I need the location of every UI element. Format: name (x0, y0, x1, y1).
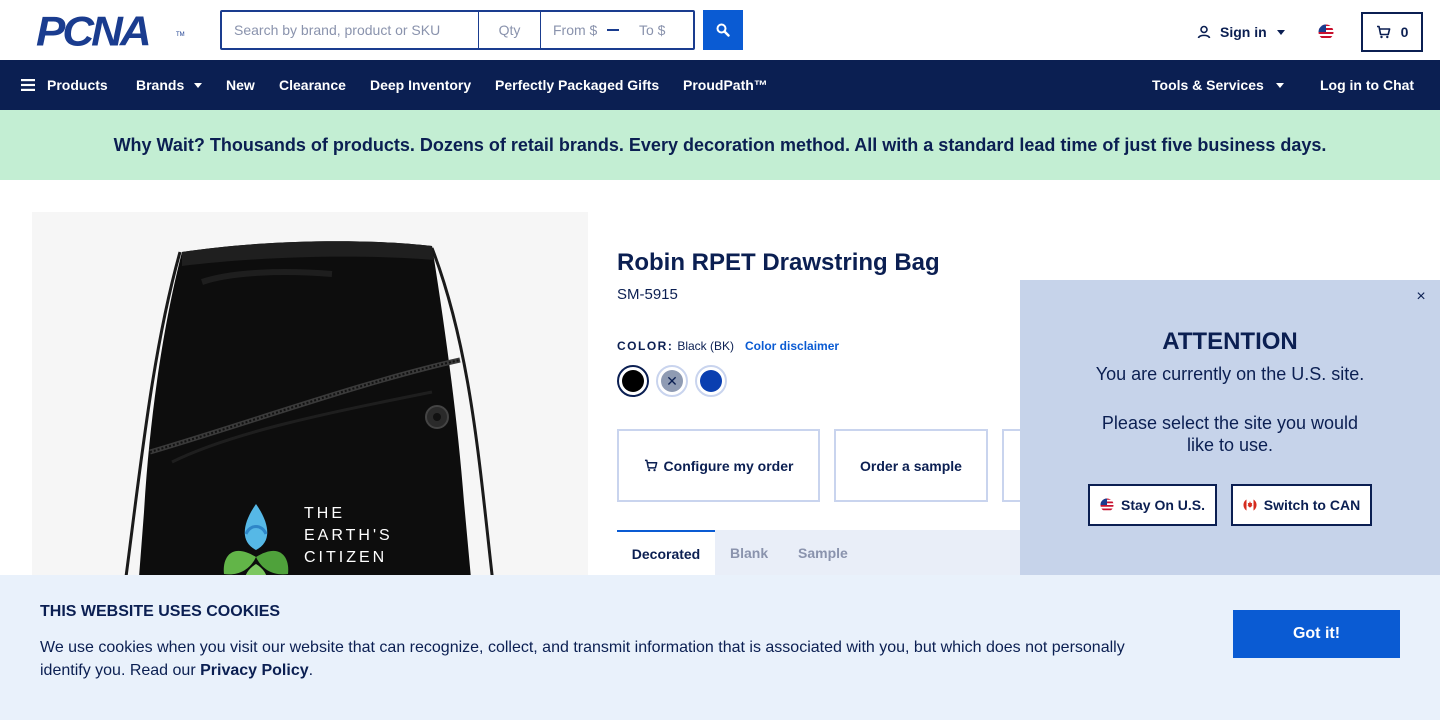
swatch-royal-blue[interactable] (695, 365, 727, 397)
bag-logo-text-1: THE (304, 505, 345, 522)
quantity-input[interactable] (479, 12, 541, 48)
nav-proudpath[interactable]: ProudPath™ (683, 60, 768, 110)
menu-icon (21, 79, 35, 91)
cart-button[interactable]: 0 (1361, 12, 1423, 52)
canada-flag-icon (1243, 498, 1257, 512)
search-button[interactable] (703, 10, 743, 50)
configure-order-button[interactable]: Configure my order (617, 429, 820, 502)
country-select-modal: × ATTENTION You are currently on the U.S… (1020, 280, 1440, 575)
nav-brands-label: Brands (136, 77, 185, 93)
color-selector-label: COLOR: Black (BK) Color disclaimer (617, 339, 839, 353)
swatch-black-fill (622, 370, 644, 392)
switch-can-label: Switch to CAN (1263, 497, 1361, 513)
modal-line-current-site: You are currently on the U.S. site. (1095, 364, 1365, 384)
nav-new[interactable]: New (226, 60, 255, 110)
cookie-banner: THIS WEBSITE USES COOKIES We use cookies… (0, 575, 1440, 720)
color-label: COLOR: (617, 339, 674, 353)
nav-tools-services-label: Tools & Services (1152, 77, 1264, 93)
order-sample-button[interactable]: Order a sample (834, 429, 988, 502)
user-icon (1197, 25, 1211, 39)
price-range-dash (607, 29, 619, 31)
stay-us-label: Stay On U.S. (1120, 497, 1206, 513)
cookie-text: We use cookies when you visit our websit… (40, 636, 1140, 682)
main-nav: Products Brands New Clearance Deep Inven… (0, 60, 1440, 110)
price-range (541, 12, 693, 48)
tab-blank-label: Blank (730, 544, 769, 561)
tab-sample[interactable]: Sample (798, 530, 848, 575)
cart-icon (1376, 25, 1390, 39)
nav-perfectly-packaged-gifts-label: Perfectly Packaged Gifts (495, 77, 660, 93)
tab-decorated-label: Decorated (631, 545, 701, 562)
cart-icon (644, 459, 657, 472)
close-glyph: × (1416, 288, 1426, 305)
product-sku: SM-5915 (617, 286, 678, 303)
nav-products-label: Products (47, 77, 108, 93)
nav-deep-inventory-label: Deep Inventory (370, 77, 472, 93)
bag-logo-text-3: CITIZEN (304, 549, 387, 566)
nav-login-chat[interactable]: Log in to Chat (1320, 60, 1414, 110)
nav-deep-inventory[interactable]: Deep Inventory (370, 60, 471, 110)
us-flag-icon[interactable] (1318, 22, 1338, 42)
modal-line-select-site: Please select the site you would like to… (1101, 413, 1359, 455)
tab-blank[interactable]: Blank (730, 530, 768, 575)
price-from-input[interactable] (541, 12, 601, 48)
price-to-input[interactable] (627, 12, 687, 48)
site-header: PCNA TM Sign in (0, 0, 1440, 60)
swatch-gray-fill: ✕ (661, 370, 683, 392)
us-flag-icon (1100, 498, 1114, 512)
swatch-black[interactable] (617, 365, 649, 397)
pcna-logo[interactable]: PCNA (36, 8, 186, 55)
sign-in-label: Sign in (1220, 24, 1267, 40)
nav-brands[interactable]: Brands (136, 60, 203, 110)
nav-products[interactable]: Products (21, 60, 108, 110)
chevron-down-icon (1276, 29, 1285, 35)
privacy-policy-link[interactable]: Privacy Policy (200, 662, 309, 679)
nav-login-chat-label: Log in to Chat (1320, 77, 1415, 93)
switch-can-button[interactable]: Switch to CAN (1231, 484, 1372, 526)
nav-new-label: New (226, 77, 255, 93)
search-bar (220, 10, 695, 50)
promo-banner: Why Wait? Thousands of products. Dozens … (0, 110, 1440, 180)
chevron-down-icon (194, 82, 203, 88)
unavailable-x-icon: ✕ (666, 372, 678, 389)
swatch-gray[interactable]: ✕ (656, 365, 688, 397)
color-value: Black (BK) (677, 339, 735, 353)
configure-order-label: Configure my order (663, 457, 794, 474)
modal-message: You are currently on the U.S. site. Plea… (1090, 363, 1370, 483)
nav-proudpath-label: ProudPath™ (683, 77, 768, 93)
chevron-down-icon (1275, 82, 1284, 88)
product-title: Robin RPET Drawstring Bag (617, 249, 940, 276)
color-disclaimer-link[interactable]: Color disclaimer (745, 339, 839, 353)
order-sample-label: Order a sample (860, 457, 962, 474)
close-icon[interactable]: × (1412, 288, 1430, 306)
bag-logo-text-2: EARTH'S (304, 527, 393, 544)
nav-perfectly-packaged-gifts[interactable]: Perfectly Packaged Gifts (495, 60, 659, 110)
stay-us-button[interactable]: Stay On U.S. (1088, 484, 1217, 526)
search-icon (716, 23, 730, 37)
cookie-title: THIS WEBSITE USES COOKIES (40, 603, 281, 620)
sign-in-menu[interactable]: Sign in (1197, 20, 1285, 44)
cart-count: 0 (1400, 24, 1409, 40)
swatch-blue-fill (700, 370, 722, 392)
logo-trademark: TM (176, 32, 185, 38)
nav-clearance-label: Clearance (279, 77, 346, 93)
nav-clearance[interactable]: Clearance (279, 60, 346, 110)
search-input[interactable] (222, 12, 479, 48)
logo-text: PCNA (36, 8, 152, 55)
tab-sample-label: Sample (798, 544, 848, 561)
accept-cookies-button[interactable]: Got it! (1233, 610, 1400, 658)
cookie-period: . (308, 662, 314, 679)
nav-tools-services[interactable]: Tools & Services (1152, 60, 1284, 110)
modal-title: ATTENTION (1162, 328, 1298, 355)
tab-decorated[interactable]: Decorated (617, 530, 715, 575)
promo-text: Why Wait? Thousands of products. Dozens … (113, 134, 1327, 155)
